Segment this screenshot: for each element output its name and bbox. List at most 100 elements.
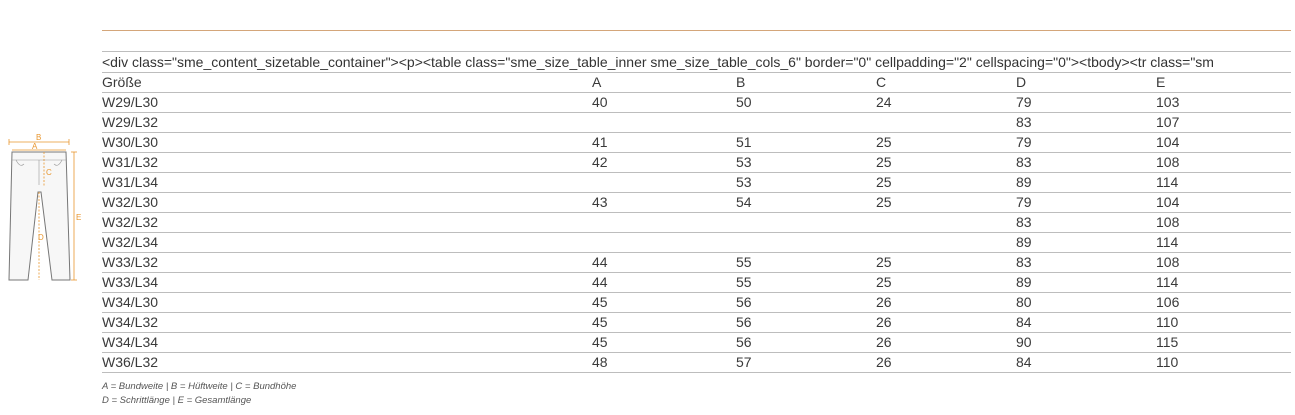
cell-d: 89 (1016, 272, 1156, 293)
header-e: E (1156, 72, 1291, 93)
header-d: D (1016, 72, 1156, 93)
cell-a (592, 212, 736, 233)
label-b: B (36, 133, 41, 142)
cell-e: 115 (1156, 332, 1291, 353)
cell-a: 45 (592, 292, 736, 313)
cell-c: 25 (876, 272, 1016, 293)
measurement-legend: A = Bundweite | B = Hüftweite | C = Bund… (102, 380, 296, 408)
cell-size: W34/L34 (102, 332, 592, 353)
cell-a (592, 172, 736, 193)
cell-e: 110 (1156, 352, 1291, 373)
cell-a: 44 (592, 272, 736, 293)
cell-d: 79 (1016, 132, 1156, 153)
size-table: Größe A B C D E W29/L30 40 50 24 79 103 W29/L… (102, 72, 1291, 373)
cell-e: 104 (1156, 132, 1291, 153)
cell-b: 57 (736, 352, 876, 373)
table-row: W31/L34 53 25 89 114 (102, 172, 1291, 193)
cell-a (592, 232, 736, 253)
cell-b: 55 (736, 272, 876, 293)
cell-e: 114 (1156, 272, 1291, 293)
cell-a: 42 (592, 152, 736, 173)
cell-size: W32/L34 (102, 232, 592, 253)
cell-b (736, 112, 876, 133)
cell-d: 89 (1016, 232, 1156, 253)
cell-a: 48 (592, 352, 736, 373)
cell-c: 26 (876, 292, 1016, 313)
cell-e: 114 (1156, 172, 1291, 193)
header-b: B (736, 72, 876, 93)
table-row: W29/L32 83 107 (102, 112, 1291, 133)
cell-d: 84 (1016, 312, 1156, 333)
cell-d: 79 (1016, 192, 1156, 213)
cell-c: 25 (876, 192, 1016, 213)
cell-d: 83 (1016, 252, 1156, 273)
legend-line-2: D = Schrittlänge | E = Gesamtlänge (102, 395, 252, 406)
legend-line-1: A = Bundweite | B = Hüftweite | C = Bund… (102, 381, 297, 392)
cell-b: 55 (736, 252, 876, 273)
table-row: W32/L30 43 54 25 79 104 (102, 192, 1291, 213)
label-e: E (76, 213, 81, 222)
cell-size: W29/L30 (102, 92, 592, 113)
cell-size: W29/L32 (102, 112, 592, 133)
cell-d: 83 (1016, 152, 1156, 173)
table-header-row: Größe A B C D E (102, 72, 1291, 93)
cell-a: 40 (592, 92, 736, 113)
table-row: W34/L30 45 56 26 80 106 (102, 292, 1291, 313)
cell-d: 83 (1016, 212, 1156, 233)
cell-e: 114 (1156, 232, 1291, 253)
header-c: C (876, 72, 1016, 93)
cell-a: 45 (592, 332, 736, 353)
cell-size: W30/L30 (102, 132, 592, 153)
cell-a: 43 (592, 192, 736, 213)
cell-b: 51 (736, 132, 876, 153)
cell-b: 56 (736, 312, 876, 333)
cell-e: 108 (1156, 252, 1291, 273)
cell-e: 110 (1156, 312, 1291, 333)
cell-e: 103 (1156, 92, 1291, 113)
cell-c: 26 (876, 312, 1016, 333)
cell-e: 106 (1156, 292, 1291, 313)
cell-size: W32/L32 (102, 212, 592, 233)
table-row: W34/L34 45 56 26 90 115 (102, 332, 1291, 353)
cell-c: 25 (876, 132, 1016, 153)
raw-html-code-line: <div class="sme_content_sizetable_contai… (102, 51, 1291, 72)
cell-size: W34/L32 (102, 312, 592, 333)
header-a: A (592, 72, 736, 93)
cell-c (876, 212, 1016, 233)
header-size: Größe (102, 72, 592, 93)
cell-b: 56 (736, 332, 876, 353)
label-c: C (46, 168, 52, 177)
cell-b: 53 (736, 152, 876, 173)
cell-a: 44 (592, 252, 736, 273)
table-row: W36/L32 48 57 26 84 110 (102, 352, 1291, 373)
cell-b (736, 232, 876, 253)
cell-c (876, 112, 1016, 133)
cell-size: W36/L32 (102, 352, 592, 373)
cell-size: W34/L30 (102, 292, 592, 313)
cell-a: 41 (592, 132, 736, 153)
table-row: W29/L30 40 50 24 79 103 (102, 92, 1291, 113)
trousers-measurement-illustration: B A C D E (8, 133, 81, 281)
cell-c: 25 (876, 152, 1016, 173)
cell-d: 89 (1016, 172, 1156, 193)
cell-b: 56 (736, 292, 876, 313)
top-divider (102, 30, 1291, 31)
cell-e: 108 (1156, 212, 1291, 233)
table-row: W31/L32 42 53 25 83 108 (102, 152, 1291, 173)
cell-size: W33/L32 (102, 252, 592, 273)
cell-size: W32/L30 (102, 192, 592, 213)
table-row: W33/L34 44 55 25 89 114 (102, 272, 1291, 293)
cell-size: W31/L34 (102, 172, 592, 193)
cell-a: 45 (592, 312, 736, 333)
cell-b (736, 212, 876, 233)
label-d: D (38, 233, 44, 242)
cell-e: 104 (1156, 192, 1291, 213)
size-table-container: <div class="sme_content_sizetable_contai… (102, 51, 1291, 373)
cell-b: 50 (736, 92, 876, 113)
cell-e: 108 (1156, 152, 1291, 173)
cell-size: W31/L32 (102, 152, 592, 173)
label-a: A (32, 142, 38, 151)
cell-e: 107 (1156, 112, 1291, 133)
cell-c: 25 (876, 172, 1016, 193)
cell-d: 84 (1016, 352, 1156, 373)
